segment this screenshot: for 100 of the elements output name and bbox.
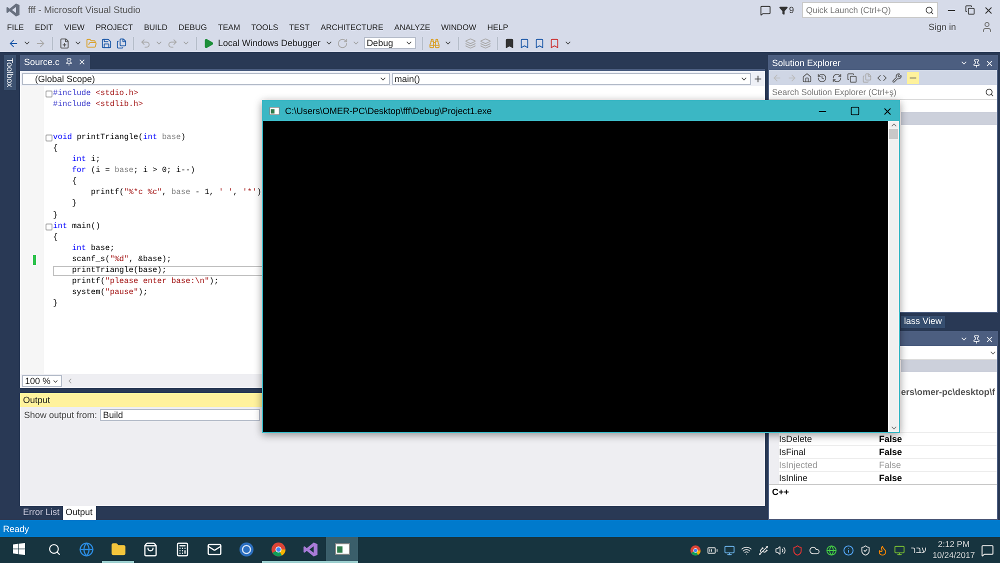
close-icon[interactable] <box>882 106 893 116</box>
mail-icon[interactable] <box>206 542 222 556</box>
quick-launch-field[interactable]: Quick Launch (Ctrl+Q) <box>802 2 938 18</box>
panel-tab[interactable]: Output <box>62 506 96 520</box>
monitor-icon[interactable] <box>724 544 736 556</box>
close-icon[interactable] <box>985 58 994 68</box>
panel-tab[interactable]: lass View <box>901 316 945 328</box>
chrome-icon[interactable] <box>690 544 702 556</box>
property-name: IsInline <box>779 473 809 483</box>
globe-icon[interactable] <box>826 544 838 556</box>
toolbox-tab[interactable]: Toolbox <box>4 55 16 90</box>
flame-icon[interactable] <box>877 544 888 556</box>
caret-icon[interactable] <box>960 59 968 67</box>
caret-icon[interactable] <box>564 39 572 47</box>
panel-tab[interactable]: Error List <box>20 506 63 520</box>
browser-icon[interactable] <box>78 542 94 556</box>
back-icon[interactable] <box>8 38 19 48</box>
bookmark-icon[interactable] <box>534 38 545 48</box>
search-icon[interactable] <box>985 88 994 96</box>
caret-icon[interactable] <box>444 39 452 47</box>
shield-icon[interactable] <box>792 544 804 556</box>
chrome-icon[interactable] <box>270 542 286 556</box>
menu-item[interactable]: TEST <box>289 22 310 32</box>
menu-item[interactable]: FILE <box>7 22 24 32</box>
visual-studio-logo-icon[interactable] <box>6 3 20 17</box>
member-dropdown[interactable]: main() <box>392 72 752 84</box>
user-icon[interactable] <box>981 21 993 33</box>
maximize-icon[interactable] <box>850 106 860 116</box>
home-icon[interactable] <box>802 72 812 82</box>
output-source-dropdown[interactable]: Build <box>100 409 260 421</box>
language-indicator[interactable]: עבר <box>911 545 926 555</box>
folder-icon[interactable] <box>110 542 126 556</box>
debugger-button[interactable]: Local Windows Debugger <box>218 38 321 48</box>
save-icon[interactable] <box>101 38 112 48</box>
volume-icon[interactable] <box>775 544 786 556</box>
close-icon[interactable] <box>983 4 994 16</box>
caret-icon[interactable] <box>74 39 82 47</box>
bookmark-icon[interactable] <box>504 38 515 48</box>
caret-icon[interactable] <box>52 378 59 384</box>
caret-icon[interactable] <box>960 335 968 343</box>
document-tab[interactable]: Source.c <box>20 55 90 69</box>
start-icon[interactable] <box>203 38 214 48</box>
cloud-icon[interactable] <box>809 544 820 556</box>
menu-item[interactable]: TEAM <box>218 22 240 32</box>
menu-item[interactable]: EDIT <box>34 22 54 32</box>
change-marker <box>33 254 36 265</box>
save-all-icon[interactable] <box>116 38 127 48</box>
scroll-up-icon[interactable] <box>890 121 898 129</box>
pin-icon[interactable] <box>972 334 981 344</box>
configuration-dropdown[interactable]: Debug <box>364 37 416 49</box>
bookmark-icon[interactable] <box>518 38 530 48</box>
menu-item[interactable]: VIEW <box>64 22 85 32</box>
clock[interactable]: 2:12 PM 10/24/2017 <box>932 539 975 561</box>
console-title: C:\Users\OMER-PC\Desktop\fff\Debug\Project1.exe <box>285 106 493 116</box>
console-icon[interactable] <box>334 543 350 555</box>
caret-icon[interactable] <box>324 39 333 47</box>
caret-icon[interactable] <box>23 39 31 47</box>
pin-icon[interactable] <box>64 58 73 66</box>
battery-icon[interactable] <box>707 544 718 556</box>
code-icon[interactable] <box>877 72 887 82</box>
display-icon[interactable] <box>894 544 906 556</box>
search-icon[interactable] <box>925 6 934 14</box>
property-value: False <box>879 473 904 483</box>
notification-count[interactable]: 9 <box>778 5 794 15</box>
visual-studio-icon[interactable] <box>302 542 318 556</box>
menu-item[interactable]: WINDOW <box>441 22 476 32</box>
caret-icon[interactable] <box>404 39 413 47</box>
new-file-icon[interactable] <box>59 38 70 48</box>
menu-item[interactable]: BUILD <box>144 22 168 32</box>
usb-icon[interactable] <box>758 544 770 556</box>
shield-check-icon[interactable] <box>860 544 872 556</box>
sync-icon[interactable] <box>832 72 842 82</box>
search-icon[interactable] <box>48 542 60 556</box>
scroll-down-icon[interactable] <box>890 424 898 432</box>
wrench-icon[interactable] <box>892 72 902 82</box>
action-center-icon[interactable] <box>981 544 994 556</box>
close-icon[interactable] <box>985 334 994 344</box>
round-logo-icon[interactable] <box>238 542 254 556</box>
pin-icon[interactable] <box>972 58 981 68</box>
wifi-icon[interactable] <box>741 544 752 556</box>
menu-item[interactable]: ANALYZE <box>394 22 430 32</box>
zoom-dropdown[interactable]: 100 % <box>22 375 62 387</box>
close-icon[interactable] <box>78 58 86 66</box>
feedback-icon[interactable] <box>760 4 771 16</box>
restore-icon[interactable] <box>965 5 975 15</box>
menu-item[interactable]: DEBUG <box>178 22 207 32</box>
info-icon[interactable] <box>843 544 854 556</box>
history-icon[interactable] <box>817 72 827 82</box>
menu-item[interactable]: TOOLS <box>251 22 278 32</box>
menu-item[interactable]: HELP <box>487 22 508 32</box>
menu-item[interactable]: PROJECT <box>96 22 133 32</box>
scrollbar-thumb[interactable] <box>889 129 898 139</box>
scope-dropdown[interactable]: (Global Scope) <box>22 72 390 84</box>
calculator-icon[interactable] <box>174 542 190 556</box>
windows-logo-icon[interactable] <box>13 543 25 555</box>
menu-item[interactable]: ARCHITECTURE <box>320 22 384 32</box>
console-icon[interactable] <box>269 107 280 115</box>
sign-in-link[interactable]: Sign in <box>928 22 956 32</box>
shopping-bag-icon[interactable] <box>142 542 158 556</box>
split-icon[interactable] <box>753 74 763 84</box>
